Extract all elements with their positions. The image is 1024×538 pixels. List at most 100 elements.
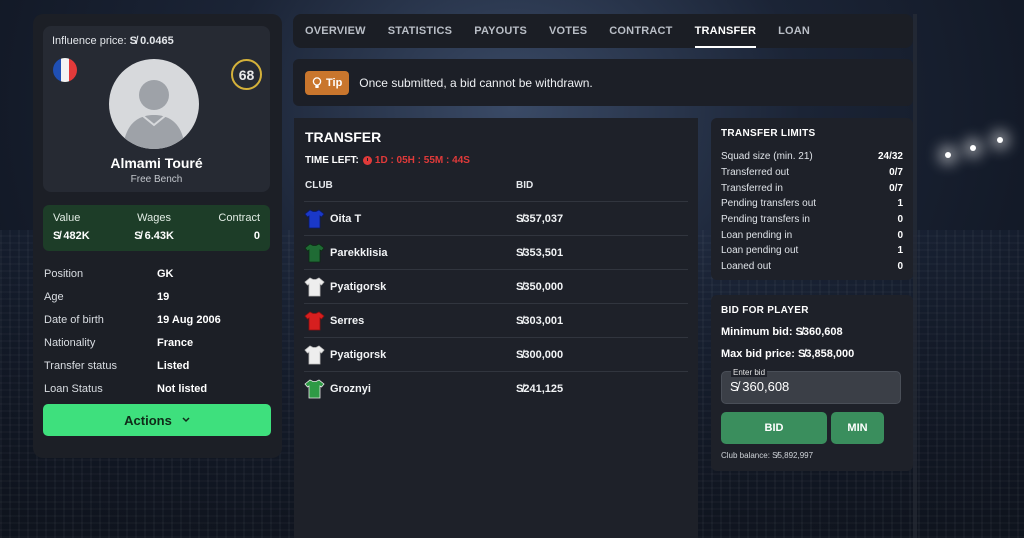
bid-list: Oita T S̸357,037 Parekklisia S̸353,501 Pyati… bbox=[304, 201, 688, 405]
limit-label: Transferred out bbox=[721, 167, 789, 179]
limit-value: 24/32 bbox=[877, 151, 903, 163]
detail-row: Loan Status Not listed bbox=[44, 377, 269, 400]
detail-value: France bbox=[157, 336, 194, 349]
contract-label: Contract bbox=[218, 212, 260, 224]
bid-panel-title: BID FOR PLAYER bbox=[721, 305, 809, 316]
limit-label: Loan pending in bbox=[721, 229, 793, 241]
table-row[interactable]: Groznyi S̸241,125 bbox=[304, 371, 688, 405]
bid-input[interactable] bbox=[730, 379, 890, 394]
column-header-bid: BID bbox=[516, 180, 534, 191]
transfer-panel: TRANSFER TIME LEFT: 1D : 05H : 55M : 44S… bbox=[294, 118, 698, 538]
lightbulb-icon bbox=[312, 76, 322, 88]
player-stats: Value S̸ 482K Wages S̸ 6.43K Contract 0 bbox=[43, 205, 270, 251]
actions-label: Actions bbox=[124, 412, 172, 428]
countdown-value: 1D : 05H : 55M : 44S bbox=[374, 155, 470, 166]
bid-amount: S̸357,037 bbox=[516, 212, 564, 225]
bid-amount: S̸241,125 bbox=[516, 382, 564, 395]
limit-row: Loan pending out 1 bbox=[721, 243, 903, 259]
detail-value: 19 Aug 2006 bbox=[157, 313, 221, 326]
detail-key: Transfer status bbox=[44, 359, 117, 372]
tip-banner: Tip Once submitted, a bid cannot be with… bbox=[293, 59, 913, 106]
chevron-down-icon bbox=[182, 417, 190, 423]
bid-amount: S̸300,000 bbox=[516, 348, 564, 361]
club-name: Parekklisia bbox=[330, 246, 388, 259]
limit-value: 0/7 bbox=[889, 167, 903, 179]
table-row[interactable]: Serres S̸303,001 bbox=[304, 303, 688, 337]
influence-value: S̸ 0.0465 bbox=[129, 35, 174, 47]
column-header-club: CLUB bbox=[305, 180, 333, 191]
limits-title: TRANSFER LIMITS bbox=[721, 128, 816, 139]
detail-value: 19 bbox=[157, 290, 170, 303]
limit-value: 0 bbox=[897, 214, 903, 226]
france-flag-icon bbox=[53, 58, 77, 82]
bid-button[interactable]: BID bbox=[721, 412, 827, 444]
table-row[interactable]: Parekklisia S̸353,501 bbox=[304, 235, 688, 269]
club-cell: Groznyi bbox=[304, 378, 516, 399]
tab-votes[interactable]: VOTES bbox=[549, 14, 587, 48]
jersey-icon bbox=[304, 345, 325, 365]
clock-icon bbox=[362, 156, 372, 165]
scrollbar[interactable] bbox=[913, 14, 917, 538]
tab-statistics[interactable]: STATISTICS bbox=[388, 14, 453, 48]
contract-value: 0 bbox=[253, 230, 260, 242]
table-row[interactable]: Oita T S̸357,037 bbox=[304, 201, 688, 235]
value-stat: Value S̸ 482K bbox=[53, 212, 90, 244]
player-silhouette-icon bbox=[123, 80, 185, 149]
countdown: 1D : 05H : 55M : 44S bbox=[362, 155, 470, 166]
player-card: Influence price: S̸ 0.0465 68 Almami Tou… bbox=[33, 14, 282, 458]
limit-value: 0 bbox=[897, 261, 903, 273]
detail-row: Transfer status Listed bbox=[44, 354, 269, 377]
stadium-light bbox=[945, 152, 951, 158]
wages-stat: Wages S̸ 6.43K bbox=[134, 212, 174, 244]
detail-row: Date of birth 19 Aug 2006 bbox=[44, 308, 269, 331]
club-balance: Club balance: S̸5,892,997 bbox=[721, 451, 814, 460]
limit-value: 0 bbox=[897, 229, 903, 241]
detail-row: Age 19 bbox=[44, 285, 269, 308]
limit-label: Squad size (min. 21) bbox=[721, 151, 813, 163]
table-row[interactable]: Pyatigorsk S̸300,000 bbox=[304, 337, 688, 371]
tab-payouts[interactable]: PAYOUTS bbox=[474, 14, 527, 48]
club-cell: Pyatigorsk bbox=[304, 276, 516, 297]
jersey-icon bbox=[304, 243, 325, 263]
tab-overview[interactable]: OVERVIEW bbox=[305, 14, 366, 48]
club-name: Pyatigorsk bbox=[330, 348, 387, 361]
limit-row: Pending transfers in 0 bbox=[721, 212, 903, 228]
limits-list: Squad size (min. 21) 24/32 Transferred out… bbox=[721, 149, 903, 275]
bid-amount: S̸350,000 bbox=[516, 280, 564, 293]
limit-row: Loan pending in 0 bbox=[721, 227, 903, 243]
jersey-icon bbox=[304, 209, 325, 229]
detail-key: Position bbox=[44, 267, 84, 280]
player-role: Free Bench bbox=[130, 174, 183, 185]
tab-loan[interactable]: LOAN bbox=[778, 14, 810, 48]
limit-row: Pending transfers out 1 bbox=[721, 196, 903, 212]
limit-value: 1 bbox=[897, 245, 903, 257]
tip-label: Tip bbox=[326, 76, 343, 89]
limit-label: Pending transfers in bbox=[721, 214, 810, 226]
limit-row: Squad size (min. 21) 24/32 bbox=[721, 149, 903, 165]
jersey-icon bbox=[304, 277, 325, 297]
bid-input-label: Enter bid bbox=[731, 368, 768, 377]
club-name: Oita T bbox=[330, 212, 362, 225]
min-button[interactable]: MIN bbox=[831, 412, 884, 444]
limit-row: Transferred out 0/7 bbox=[721, 165, 903, 181]
influence-label: Influence price: bbox=[52, 35, 127, 47]
jersey-icon bbox=[304, 379, 325, 399]
tab-transfer[interactable]: TRANSFER bbox=[694, 14, 757, 48]
tab-contract[interactable]: CONTRACT bbox=[609, 14, 672, 48]
stadium-light bbox=[997, 137, 1003, 143]
time-left-label: TIME LEFT: bbox=[305, 155, 359, 166]
club-name: Groznyi bbox=[330, 382, 371, 395]
detail-value: GK bbox=[157, 267, 174, 280]
table-row[interactable]: Pyatigorsk S̸350,000 bbox=[304, 269, 688, 303]
minimum-bid: Minimum bid: S̸360,608 bbox=[721, 326, 843, 338]
jersey-icon bbox=[304, 311, 325, 331]
player-profile: Influence price: S̸ 0.0465 68 Almami Tou… bbox=[43, 26, 270, 192]
limit-label: Loan pending out bbox=[721, 245, 799, 257]
transfer-title: TRANSFER bbox=[305, 129, 382, 145]
limit-label: Pending transfers out bbox=[721, 198, 817, 210]
detail-row: Position GK bbox=[44, 262, 269, 285]
actions-button[interactable]: Actions bbox=[43, 404, 271, 436]
club-cell: Oita T bbox=[304, 208, 516, 229]
limit-row: Loaned out 0 bbox=[721, 259, 903, 275]
limit-row: Transferred in 0/7 bbox=[721, 180, 903, 196]
